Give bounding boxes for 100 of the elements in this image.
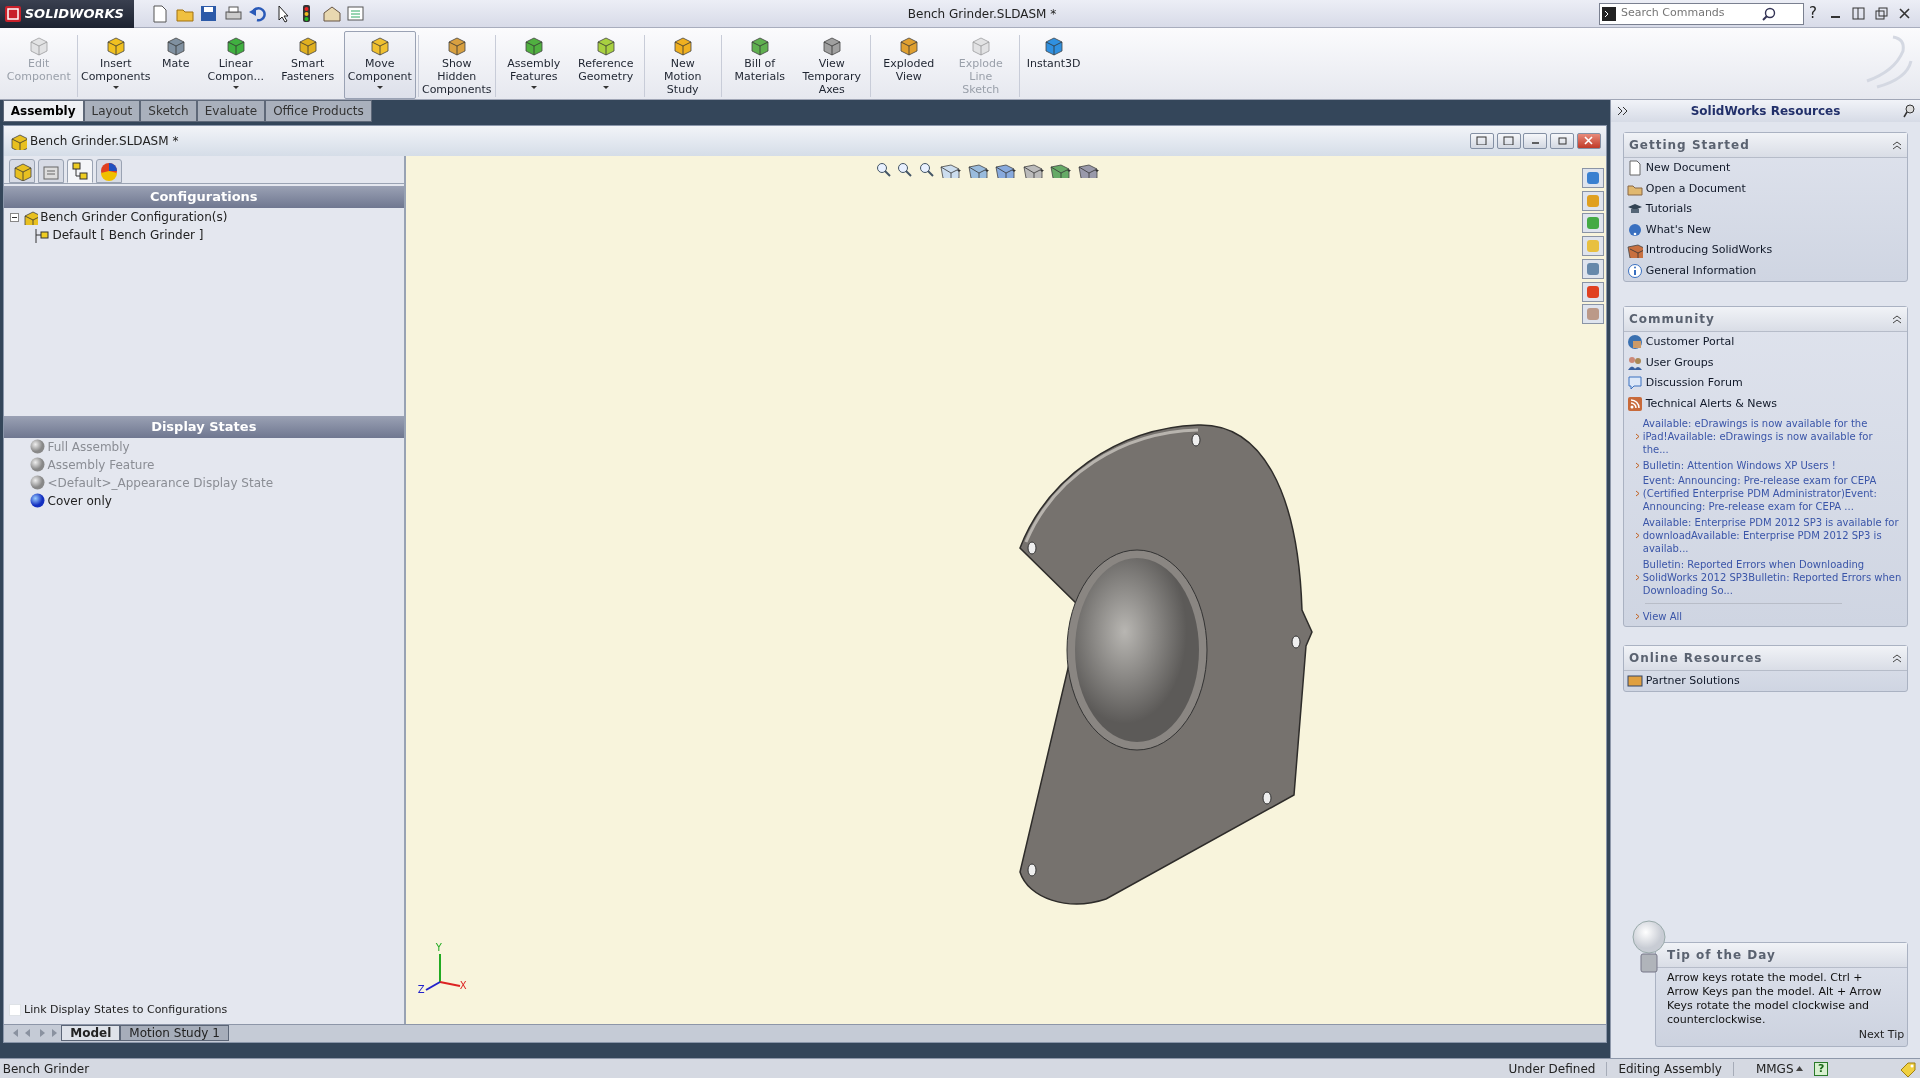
appearance-icon[interactable] [1050,161,1073,178]
configuration-tab[interactable] [66,158,93,183]
task-pane-tab[interactable] [1582,236,1605,256]
help-button[interactable]: ? [1814,1061,1829,1076]
news-link[interactable]: Bulletin: Attention Windows XP Users ! [1642,458,1836,472]
collapse-icon[interactable] [1892,140,1902,150]
ribbon-button[interactable]: Mate [151,30,200,99]
ribbon-button[interactable]: Bill of Materials [723,30,796,99]
resource-link[interactable]: Tutorials [1645,201,1692,218]
ribbon-tab[interactable]: Assembly [2,100,84,122]
printer-icon[interactable] [223,4,243,23]
minimize-button[interactable] [1523,132,1548,149]
zoom-fit-icon[interactable] [875,161,892,178]
zoom-icon[interactable] [918,161,935,178]
ribbon-tab[interactable]: Sketch [140,100,197,122]
task-pane-tab[interactable] [1582,258,1605,279]
ribbon-button[interactable]: Move Component [343,30,416,99]
display-state-item[interactable]: Cover only [47,491,112,510]
tile-button[interactable] [1469,132,1494,149]
task-pane-tab[interactable] [1582,190,1605,211]
box-icon [1627,242,1643,259]
resource-link[interactable]: New Document [1645,160,1731,177]
next-tip-link[interactable]: Next Tip [1858,1027,1905,1041]
task-pane-tab[interactable] [1582,213,1605,234]
resource-link[interactable]: General Information [1645,262,1757,279]
units-selector[interactable]: MMGS [1755,1059,1804,1078]
document-icon [1627,160,1643,177]
undo-icon[interactable] [248,4,268,23]
feature-tree-tab[interactable] [9,158,36,183]
resource-link[interactable]: Open a Document [1645,180,1746,197]
ribbon-tab[interactable]: Office Products [265,100,372,122]
ribbon-button[interactable]: Exploded View [872,30,945,99]
resource-link[interactable]: Introducing SolidWorks [1645,242,1773,259]
task-pane-tab[interactable] [1582,281,1605,302]
radio-icon[interactable] [29,439,45,454]
pin-icon[interactable] [1902,104,1915,118]
ribbon-button[interactable]: View Temporary Axes [795,30,868,99]
zoom-area-icon[interactable] [897,161,914,178]
resource-link[interactable]: What's New [1645,221,1711,238]
terminal-icon [1602,6,1617,21]
restore-icon[interactable] [1874,6,1889,21]
model-tab[interactable]: Motion Study 1 [120,1025,229,1042]
restore-icon [1556,136,1568,146]
expand-toggle[interactable] [9,212,19,222]
ribbon-button[interactable]: Instant3D [1021,30,1086,99]
restore-button[interactable] [1550,132,1574,149]
ribbon-button[interactable]: Assembly Features [497,30,570,99]
resource-link[interactable]: Partner Solutions [1645,672,1740,689]
section-heading: Online Resources [1629,649,1763,667]
news-link[interactable]: Event: Announcing: Pre-release exam for CEPA (Certified Enterprise PDM Administrator)Event: Announcing: Pre-release exam for CEPA ... [1642,474,1902,514]
news-link[interactable]: Available: eDrawings is now available for the iPad!Available: eDrawings is now available for the... [1642,416,1902,456]
collapse-icon[interactable] [1892,652,1902,663]
appearance-tab[interactable] [95,158,122,183]
document-title: Bench Grinder.SLDASM * [30,132,179,150]
tile-icon[interactable] [1851,6,1866,21]
close-button[interactable] [1576,132,1601,149]
status-text: Editing Assembly [1618,1060,1722,1078]
section-heading: Community [1629,311,1715,328]
resource-link[interactable]: User Groups [1645,354,1714,371]
view-orientation-icon[interactable] [967,161,990,178]
resource-link[interactable]: Customer Portal [1645,334,1735,351]
view-all-link[interactable]: View All [1642,609,1683,623]
news-link[interactable]: Available: Enterprise PDM 2012 SP3 is available for downloadAvailable: Enterprise PDM 2012 SP3 is availab... [1642,516,1902,555]
ribbon-tab[interactable]: Evaluate [196,100,266,122]
task-pane-title: SolidWorks Resources [1689,103,1842,120]
help-button[interactable]: ? [1809,2,1817,25]
tile-button[interactable] [1496,132,1521,149]
ribbon-button[interactable]: Insert Components [79,30,152,99]
ribbon-button[interactable]: Smart Fasteners [271,30,344,99]
checkbox[interactable] [9,1004,22,1016]
model-tab[interactable]: Model [61,1025,121,1042]
ribbon-button[interactable]: Show Hidden Components [420,30,493,99]
chevron-icon [1635,612,1640,620]
search-icon[interactable] [1761,6,1776,21]
collapse-icon[interactable] [1892,314,1902,324]
ribbon-tab[interactable]: Layout [83,100,141,122]
ribbon-button[interactable]: Linear Compon... [199,30,272,99]
radio-icon[interactable] [29,475,45,490]
close-icon[interactable] [1897,6,1912,21]
chevron-icon [1635,461,1640,469]
search-field[interactable]: Search Commands [1598,2,1804,25]
radio-selected-icon[interactable] [29,493,45,508]
hide-show-icon[interactable] [1022,161,1045,178]
ribbon-button[interactable]: Reference Geometry [569,30,642,99]
tree-item[interactable]: Default [ Bench Grinder ] [52,226,204,245]
resource-link[interactable]: Discussion Forum [1645,375,1743,392]
task-pane-tab[interactable] [1582,167,1605,188]
new-document-icon[interactable] [150,4,170,23]
resource-link[interactable]: Technical Alerts & News [1645,395,1777,412]
save-icon[interactable] [199,4,219,23]
news-link[interactable]: Bulletin: Reported Errors when Downloading SolidWorks 2012 SP3Bulletin: Reported Errors when Downloading So... [1642,557,1902,597]
rss-icon [1627,395,1643,412]
task-pane-tab[interactable] [1582,304,1605,325]
expand-icon[interactable] [1616,105,1629,117]
radio-icon[interactable] [29,457,45,472]
section-view-icon[interactable] [940,161,963,178]
display-style-icon[interactable] [995,161,1018,178]
status-text: Under Defined [1508,1060,1596,1078]
tree-item[interactable]: Bench Grinder Configuration(s) [40,208,228,227]
ribbon-button[interactable]: New Motion Study [646,30,719,99]
